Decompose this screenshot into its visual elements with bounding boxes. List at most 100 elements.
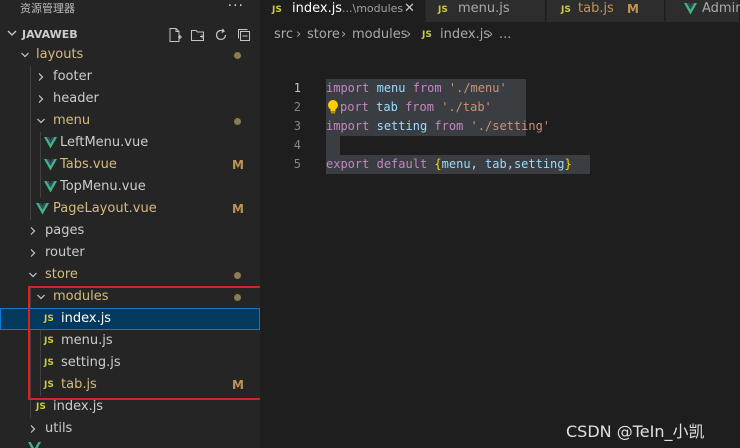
js-file-icon: JS	[44, 314, 54, 324]
line-number: 1	[293, 81, 301, 95]
chevron-right-icon: ›	[296, 27, 302, 42]
js-file-icon: JS	[272, 5, 282, 15]
tree-label: tab.js	[61, 377, 97, 392]
tree-label: router	[45, 245, 85, 260]
lightbulb-icon[interactable]	[327, 99, 339, 115]
tree-file-modules-index-js[interactable]: JS index.js	[0, 308, 260, 330]
tree-file-store-index-js[interactable]: JS index.js	[0, 396, 260, 418]
identifier: menu	[376, 81, 406, 95]
chevron-right-icon	[30, 425, 36, 433]
breadcrumb-item[interactable]: ...	[499, 24, 511, 46]
modified-badge: M	[232, 378, 244, 392]
refresh-icon[interactable]	[213, 27, 229, 43]
tree-label: setting.js	[61, 355, 121, 370]
identifier: tab	[485, 157, 507, 171]
chevron-right-icon	[30, 227, 36, 235]
tree-file-leftmenu[interactable]: LeftMenu.vue	[0, 132, 260, 154]
modified-dot-icon	[234, 118, 241, 125]
vue-file-icon	[44, 159, 57, 171]
tree-file-pagelayout[interactable]: PageLayout.vue M	[0, 198, 260, 220]
tree-label: TopMenu.vue	[60, 179, 146, 194]
tree-file-tab-js[interactable]: JS tab.js M	[0, 374, 260, 396]
identifier: setting	[513, 157, 565, 171]
breadcrumb-item[interactable]: index.js	[440, 24, 490, 46]
breadcrumb-item[interactable]: src	[274, 24, 293, 46]
identifier: setting	[376, 119, 428, 133]
collapse-all-icon[interactable]	[236, 27, 252, 43]
tree-folder-modules[interactable]: modules	[0, 286, 260, 308]
tab-label: index.js	[292, 1, 343, 16]
js-file-icon: JS	[36, 402, 46, 412]
breadcrumb-item[interactable]: modules	[352, 24, 408, 46]
modified-dot-icon	[234, 272, 241, 279]
tree-folder-utils[interactable]: utils	[0, 418, 260, 440]
close-icon[interactable]: ✕	[404, 0, 415, 18]
code-line[interactable]: port tab from './tab'	[340, 98, 492, 117]
js-file-icon: JS	[44, 336, 54, 346]
brace: {	[434, 157, 442, 171]
tree-folder-header[interactable]: header	[0, 88, 260, 110]
tab-tab-js[interactable]: JS tab.js M	[547, 0, 665, 22]
tab-menu-js[interactable]: JS menu.js	[426, 0, 546, 22]
chevron-right-icon	[38, 73, 44, 81]
chevron-down-icon	[29, 272, 37, 278]
keyword: default	[376, 157, 428, 171]
tree-folder-layouts[interactable]: layouts	[0, 44, 260, 66]
tree-label: utils	[45, 421, 73, 436]
new-folder-icon[interactable]	[190, 27, 206, 43]
modified-badge: M	[232, 158, 244, 172]
js-file-icon: JS	[44, 358, 54, 368]
punctuation: ,	[470, 157, 478, 171]
tree-label: layouts	[36, 47, 84, 62]
chevron-right-icon	[38, 95, 44, 103]
more-actions-icon[interactable]: ···	[228, 0, 244, 14]
js-file-icon: JS	[44, 380, 54, 390]
breadcrumb-item[interactable]: store	[307, 24, 340, 46]
js-file-icon: JS	[561, 5, 571, 15]
tree-folder-pages[interactable]: pages	[0, 220, 260, 242]
chevron-down-icon	[37, 118, 45, 124]
watermark: CSDN @TeIn_小凯	[566, 422, 705, 441]
tree-label: pages	[45, 223, 85, 238]
tree-file-menu-js[interactable]: JS menu.js	[0, 330, 260, 352]
vue-file-icon	[44, 137, 57, 149]
selection-highlight	[326, 136, 340, 155]
modified-badge: M	[627, 2, 639, 16]
project-name: JAVAWEB	[22, 28, 78, 41]
tree-file-topmenu[interactable]: TopMenu.vue	[0, 176, 260, 198]
code-line[interactable]: export default {menu, tab,setting}	[326, 155, 572, 174]
chevron-right-icon: ›	[488, 27, 494, 42]
tab-index-js[interactable]: JS index.js ...\modules ✕	[260, 0, 425, 22]
tab-label: tab.js	[578, 1, 614, 16]
vue-file-icon	[44, 181, 57, 193]
chevron-right-icon	[30, 249, 36, 257]
new-file-icon[interactable]	[167, 27, 183, 43]
chevron-down-icon	[7, 30, 17, 36]
editor-tab-bar: JS index.js ...\modules ✕ JS menu.js JS …	[260, 0, 740, 22]
tree-folder-store[interactable]: store	[0, 264, 260, 286]
tree-folder-menu[interactable]: menu	[0, 110, 260, 132]
brace: }	[564, 157, 572, 171]
explorer-sidebar: 资源管理器 ··· JAVAWEB layouts footer header …	[0, 0, 260, 448]
identifier: menu	[441, 157, 471, 171]
tab-label: AdminH	[702, 1, 740, 16]
string-literal: './menu'	[448, 81, 507, 95]
tree-folder-footer[interactable]: footer	[0, 66, 260, 88]
tree-folder-router[interactable]: router	[0, 242, 260, 264]
keyword: from	[405, 100, 434, 114]
tab-adminh[interactable]: AdminH	[666, 0, 740, 22]
punctuation: ,	[506, 157, 514, 171]
tree-file-setting-js[interactable]: JS setting.js	[0, 352, 260, 374]
tree-file-tabs-vue[interactable]: Tabs.vue M	[0, 154, 260, 176]
project-header[interactable]: JAVAWEB	[0, 24, 260, 46]
tree-label: Tabs.vue	[60, 157, 117, 172]
string-literal: './setting'	[470, 119, 551, 133]
keyword: from	[434, 119, 464, 133]
vue-file-icon	[28, 442, 41, 448]
code-line[interactable]: import setting from './setting'	[326, 117, 550, 136]
code-line[interactable]: import menu from './menu'	[326, 79, 507, 98]
modified-dot-icon	[234, 294, 241, 301]
editor-area: JS index.js ...\modules ✕ JS menu.js JS …	[260, 0, 740, 448]
explorer-title-bar: 资源管理器 ···	[0, 0, 260, 22]
js-file-icon: JS	[438, 5, 448, 15]
